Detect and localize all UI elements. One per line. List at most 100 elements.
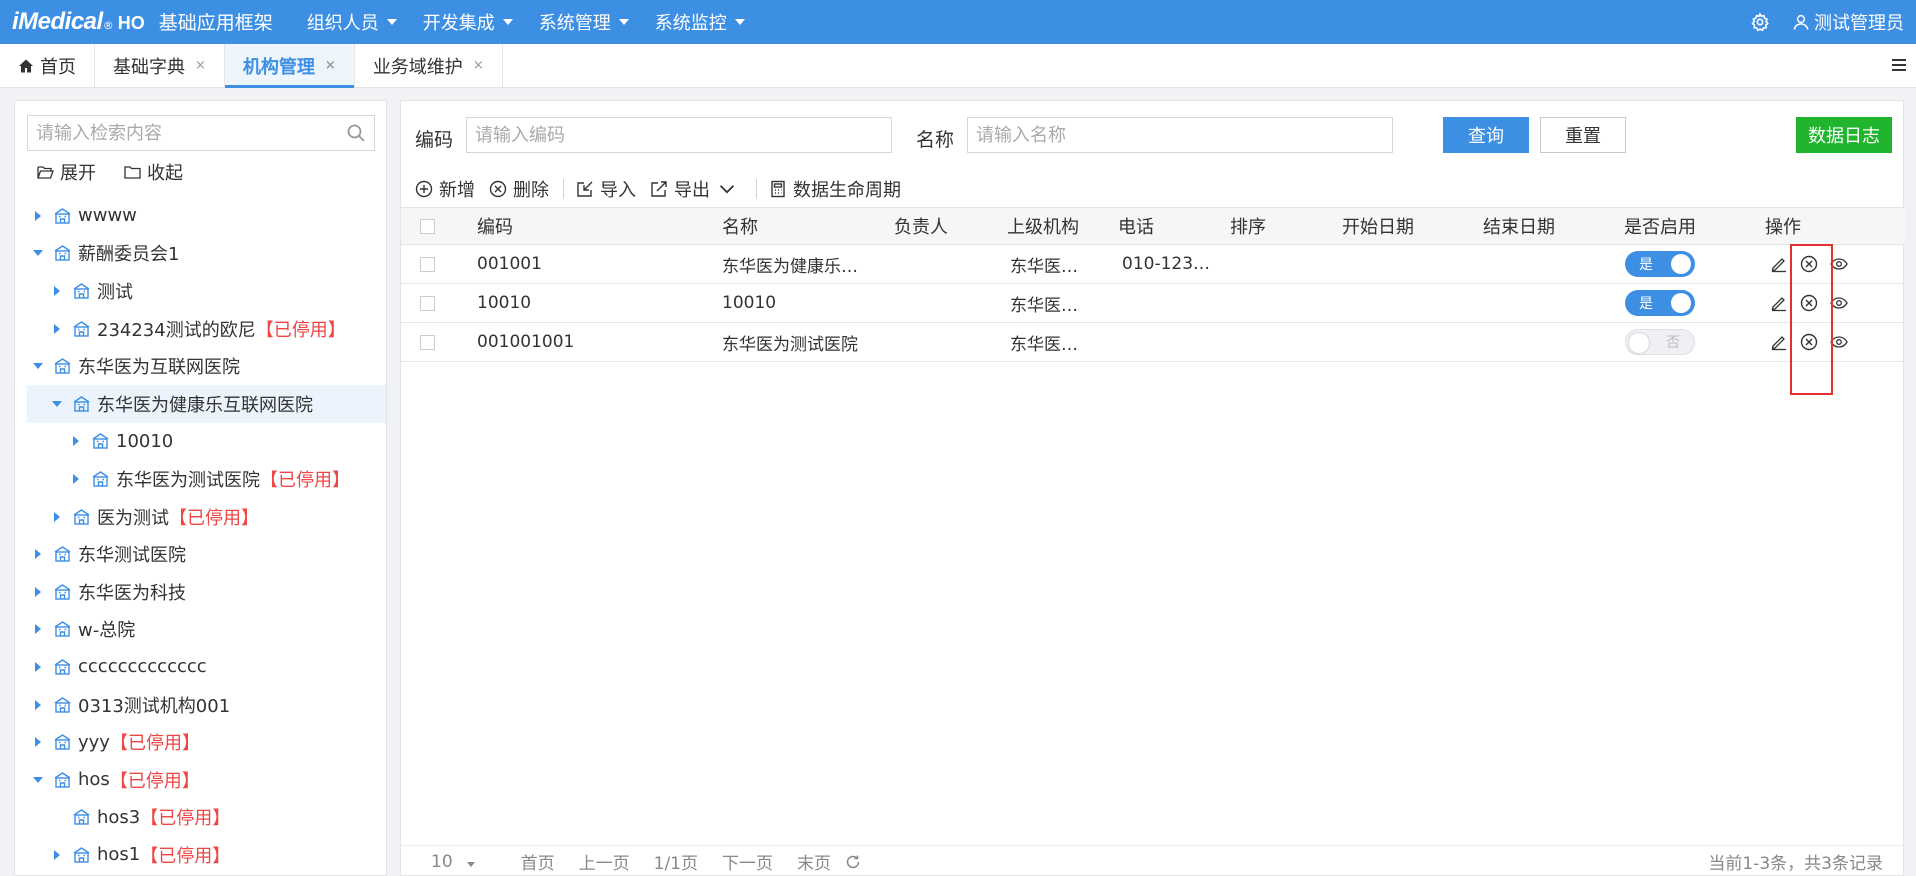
- tree-node[interactable]: 医为测试 【已停用】: [27, 498, 386, 536]
- hamburger-menu-icon[interactable]: [1890, 56, 1908, 74]
- last-page-link[interactable]: 末页: [797, 849, 831, 874]
- menu-org-people[interactable]: 组织人员: [307, 9, 397, 35]
- gear-icon[interactable]: [1750, 12, 1770, 32]
- row-checkbox[interactable]: [420, 334, 435, 350]
- tree-node[interactable]: 东华医为测试医院 【已停用】: [27, 460, 386, 498]
- data-log-button[interactable]: 数据日志: [1796, 117, 1892, 153]
- prev-page-link[interactable]: 上一页: [579, 849, 630, 874]
- expand-arrow-icon[interactable]: [33, 661, 43, 672]
- column-header[interactable]: 电话: [1118, 208, 1154, 244]
- expand-arrow-icon[interactable]: [52, 285, 62, 296]
- tree-node[interactable]: 234234测试的欧尼 【已停用】: [27, 310, 386, 348]
- tab-business-domain[interactable]: 业务域维护 ×: [355, 44, 503, 87]
- expand-arrow-icon[interactable]: [33, 624, 43, 635]
- table-row[interactable]: 10010 10010 东华医… 是: [401, 284, 1905, 323]
- tree-node[interactable]: 东华医为互联网医院: [27, 347, 386, 385]
- tab-home[interactable]: 首页: [0, 44, 95, 87]
- enabled-toggle[interactable]: 否: [1625, 329, 1695, 355]
- page-size-select[interactable]: 10: [431, 852, 475, 872]
- tree-node[interactable]: 东华医为健康乐互联网医院: [27, 384, 386, 423]
- tree-node[interactable]: yyy 【已停用】: [27, 723, 386, 761]
- close-icon[interactable]: ×: [195, 58, 206, 73]
- expand-all-button[interactable]: 展开: [37, 159, 96, 185]
- expand-arrow-icon[interactable]: [33, 549, 43, 560]
- collapse-all-button[interactable]: 收起: [124, 159, 183, 185]
- name-filter-input[interactable]: [967, 117, 1393, 153]
- column-header[interactable]: 排序: [1230, 208, 1266, 244]
- tree-node[interactable]: 东华测试医院: [27, 535, 386, 573]
- view-eye-icon[interactable]: [1830, 294, 1848, 312]
- edit-icon[interactable]: [1770, 255, 1788, 273]
- expand-arrow-icon[interactable]: [52, 323, 62, 334]
- tab-basic-dictionary[interactable]: 基础字典 ×: [95, 44, 225, 87]
- search-icon[interactable]: [346, 123, 366, 143]
- delete-button[interactable]: 删除: [489, 176, 549, 202]
- collapse-arrow-icon[interactable]: [52, 399, 62, 409]
- expand-arrow-icon[interactable]: [71, 473, 81, 484]
- expand-arrow-icon[interactable]: [33, 586, 43, 597]
- tree-node[interactable]: ccccccccccccc: [27, 648, 386, 686]
- view-eye-icon[interactable]: [1830, 255, 1848, 273]
- code-filter-input[interactable]: [466, 117, 892, 153]
- first-page-link[interactable]: 首页: [521, 849, 555, 874]
- expand-arrow-icon[interactable]: [71, 436, 81, 447]
- refresh-icon[interactable]: [845, 854, 861, 870]
- delete-circle-icon[interactable]: [1800, 333, 1818, 351]
- next-page-link[interactable]: 下一页: [722, 849, 773, 874]
- tree-node[interactable]: wwww: [27, 197, 386, 235]
- tree-node[interactable]: 测试: [27, 272, 386, 310]
- row-checkbox[interactable]: [420, 256, 435, 272]
- expand-arrow-icon[interactable]: [33, 737, 43, 748]
- tree-node[interactable]: 0313测试机构001: [27, 686, 386, 724]
- expand-arrow-icon[interactable]: [33, 699, 43, 710]
- column-header[interactable]: 负责人: [894, 208, 948, 244]
- edit-icon[interactable]: [1770, 294, 1788, 312]
- edit-icon[interactable]: [1770, 333, 1788, 351]
- close-icon[interactable]: ×: [325, 58, 336, 73]
- column-header[interactable]: 结束日期: [1483, 208, 1555, 244]
- import-button[interactable]: 导入: [576, 176, 636, 202]
- row-checkbox[interactable]: [420, 295, 435, 311]
- tree-node-label: 东华医为科技: [78, 582, 186, 604]
- column-header[interactable]: 是否启用: [1624, 208, 1696, 244]
- user-menu[interactable]: 测试管理员: [1792, 9, 1904, 35]
- view-eye-icon[interactable]: [1830, 333, 1848, 351]
- menu-dev-integration[interactable]: 开发集成: [423, 9, 513, 35]
- tree-node[interactable]: hos1 【已停用】: [27, 836, 386, 874]
- reset-button[interactable]: 重置: [1540, 117, 1626, 153]
- table-row[interactable]: 001001 东华医为健康乐… 东华医… 010-123… 是: [401, 245, 1905, 284]
- tree-node[interactable]: w-总院: [27, 611, 386, 649]
- delete-circle-icon[interactable]: [1800, 294, 1818, 312]
- close-icon[interactable]: ×: [473, 58, 484, 73]
- tree-node[interactable]: 薪酬委员会1: [27, 235, 386, 273]
- tree-search-input[interactable]: [36, 117, 336, 149]
- tree-node-label: 测试: [97, 281, 133, 303]
- tree-node[interactable]: hos3 【已停用】: [27, 799, 386, 837]
- query-button[interactable]: 查询: [1443, 117, 1529, 153]
- column-header[interactable]: 编码: [477, 208, 513, 244]
- select-all-checkbox[interactable]: [420, 218, 435, 234]
- delete-circle-icon[interactable]: [1800, 255, 1818, 273]
- column-header[interactable]: 上级机构: [1007, 208, 1079, 244]
- tree-node[interactable]: 10010: [27, 423, 386, 461]
- enabled-toggle[interactable]: 是: [1625, 290, 1695, 316]
- data-lifecycle-button[interactable]: 数据生命周期: [769, 176, 901, 202]
- collapse-arrow-icon[interactable]: [33, 775, 43, 785]
- enabled-toggle[interactable]: 是: [1625, 251, 1695, 277]
- tree-node[interactable]: hos 【已停用】: [27, 761, 386, 799]
- expand-arrow-icon[interactable]: [33, 210, 43, 221]
- expand-arrow-icon[interactable]: [52, 511, 62, 522]
- column-header[interactable]: 名称: [722, 208, 758, 244]
- tab-org-management[interactable]: 机构管理 ×: [224, 44, 355, 88]
- menu-system-monitor[interactable]: 系统监控: [655, 9, 745, 35]
- table-row[interactable]: 001001001 东华医为测试医院 东华医… 否: [401, 323, 1905, 362]
- expand-arrow-icon[interactable]: [52, 849, 62, 860]
- add-button[interactable]: 新增: [415, 176, 475, 202]
- column-header[interactable]: 开始日期: [1342, 208, 1414, 244]
- menu-system-management[interactable]: 系统管理: [539, 9, 629, 35]
- tree-node[interactable]: 东华医为科技: [27, 573, 386, 611]
- collapse-arrow-icon[interactable]: [33, 361, 43, 371]
- disabled-tag: 【已停用】: [169, 507, 259, 529]
- collapse-arrow-icon[interactable]: [33, 248, 43, 258]
- export-button[interactable]: 导出: [650, 176, 742, 202]
